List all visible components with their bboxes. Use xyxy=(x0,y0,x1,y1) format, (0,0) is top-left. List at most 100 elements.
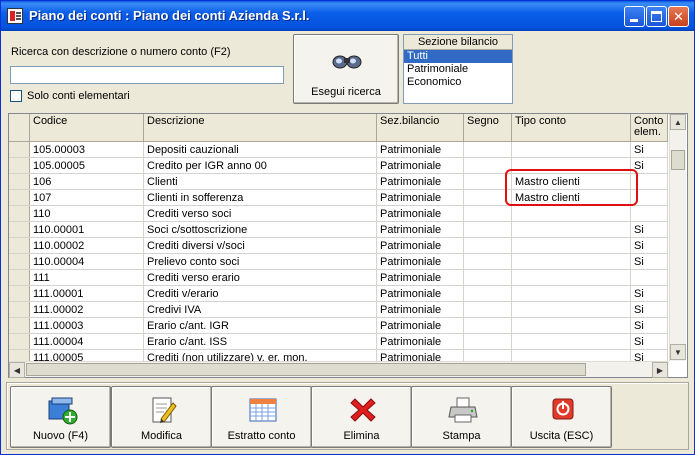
cell-codice[interactable]: 110 xyxy=(30,206,144,221)
search-button[interactable]: Esegui ricerca xyxy=(293,34,399,104)
row-indicator[interactable] xyxy=(9,206,30,221)
cell-segno[interactable] xyxy=(464,190,512,205)
cell-descrizione[interactable]: Prelievo conto soci xyxy=(144,254,377,269)
cell-conto-elem[interactable] xyxy=(631,206,668,221)
cell-tipo-conto[interactable] xyxy=(512,286,631,301)
cell-tipo-conto[interactable]: Mastro clienti xyxy=(512,174,631,189)
cell-tipo-conto[interactable] xyxy=(512,158,631,173)
cell-descrizione[interactable]: Erario c/ant. IGR xyxy=(144,318,377,333)
cell-codice[interactable]: 110.00002 xyxy=(30,238,144,253)
cell-tipo-conto[interactable] xyxy=(512,270,631,285)
cell-conto-elem[interactable]: Si xyxy=(631,302,668,317)
cell-descrizione[interactable]: Clienti in sofferenza xyxy=(144,190,377,205)
cell-conto-elem[interactable]: Si xyxy=(631,318,668,333)
cell-segno[interactable] xyxy=(464,302,512,317)
accounts-grid[interactable]: Codice Descrizione Sez.bilancio Segno Ti… xyxy=(8,113,688,378)
cell-conto-elem[interactable] xyxy=(631,270,668,285)
cell-conto-elem[interactable]: Si xyxy=(631,334,668,349)
table-row[interactable]: 105.00003 Depositi cauzionali Patrimoniale… xyxy=(9,142,668,158)
cell-sez-bilancio[interactable]: Patrimoniale xyxy=(377,302,464,317)
row-indicator[interactable] xyxy=(9,286,30,301)
cell-codice[interactable]: 110.00001 xyxy=(30,222,144,237)
scroll-right-button[interactable]: ▶ xyxy=(652,362,668,378)
cell-codice[interactable]: 105.00003 xyxy=(30,142,144,157)
maximize-button[interactable] xyxy=(646,6,667,27)
cell-codice[interactable]: 111.00002 xyxy=(30,302,144,317)
row-indicator[interactable] xyxy=(9,270,30,285)
uscita-button[interactable]: Uscita (ESC) xyxy=(511,386,612,448)
cell-conto-elem[interactable]: Si xyxy=(631,238,668,253)
cell-segno[interactable] xyxy=(464,158,512,173)
row-indicator[interactable] xyxy=(9,254,30,269)
sezione-option-tutti[interactable]: Tutti xyxy=(404,50,512,63)
col-header-conto-elem[interactable]: Conto elem. xyxy=(631,114,668,141)
cell-codice[interactable]: 111.00001 xyxy=(30,286,144,301)
only-elementary-checkbox[interactable]: Solo conti elementari xyxy=(10,90,130,102)
horizontal-scrollbar[interactable]: ◀ ▶ xyxy=(9,361,669,378)
cell-descrizione[interactable]: Crediti v/erario xyxy=(144,286,377,301)
cell-segno[interactable] xyxy=(464,142,512,157)
cell-tipo-conto[interactable] xyxy=(512,302,631,317)
cell-sez-bilancio[interactable]: Patrimoniale xyxy=(377,318,464,333)
row-indicator[interactable] xyxy=(9,318,30,333)
cell-codice[interactable]: 111.00003 xyxy=(30,318,144,333)
cell-conto-elem[interactable]: Si xyxy=(631,158,668,173)
cell-conto-elem[interactable]: Si xyxy=(631,286,668,301)
cell-sez-bilancio[interactable]: Patrimoniale xyxy=(377,206,464,221)
vertical-scrollbar[interactable]: ▲ ▼ xyxy=(669,114,686,361)
cell-segno[interactable] xyxy=(464,318,512,333)
col-header-codice[interactable]: Codice xyxy=(30,114,144,141)
cell-sez-bilancio[interactable]: Patrimoniale xyxy=(377,142,464,157)
cell-tipo-conto[interactable] xyxy=(512,334,631,349)
table-row[interactable]: 110 Crediti verso soci Patrimoniale xyxy=(9,206,668,222)
cell-conto-elem[interactable]: Si xyxy=(631,222,668,237)
cell-sez-bilancio[interactable]: Patrimoniale xyxy=(377,286,464,301)
cell-descrizione[interactable]: Erario c/ant. ISS xyxy=(144,334,377,349)
col-header-descrizione[interactable]: Descrizione xyxy=(144,114,377,141)
table-row[interactable]: 110.00001 Soci c/sottoscrizione Patrimonia… xyxy=(9,222,668,238)
scroll-down-button[interactable]: ▼ xyxy=(670,344,686,360)
vertical-scroll-thumb[interactable] xyxy=(671,150,685,170)
cell-sez-bilancio[interactable]: Patrimoniale xyxy=(377,334,464,349)
cell-sez-bilancio[interactable]: Patrimoniale xyxy=(377,270,464,285)
table-row[interactable]: 111 Crediti verso erario Patrimoniale xyxy=(9,270,668,286)
sezione-bilancio-list[interactable]: Sezione bilancio Tutti Patrimoniale Econ… xyxy=(403,34,513,104)
cell-tipo-conto[interactable] xyxy=(512,222,631,237)
cell-codice[interactable]: 110.00004 xyxy=(30,254,144,269)
cell-tipo-conto[interactable] xyxy=(512,318,631,333)
cell-segno[interactable] xyxy=(464,174,512,189)
cell-codice[interactable]: 107 xyxy=(30,190,144,205)
row-indicator[interactable] xyxy=(9,302,30,317)
cell-descrizione[interactable]: Clienti xyxy=(144,174,377,189)
cell-codice[interactable]: 105.00005 xyxy=(30,158,144,173)
nuovo-button[interactable]: Nuovo (F4) xyxy=(10,386,111,448)
sezione-option-economico[interactable]: Economico xyxy=(404,76,512,89)
horizontal-scroll-thumb[interactable] xyxy=(26,363,586,376)
cell-sez-bilancio[interactable]: Patrimoniale xyxy=(377,174,464,189)
cell-codice[interactable]: 106 xyxy=(30,174,144,189)
title-bar[interactable]: Piano dei conti : Piano dei conti Aziend… xyxy=(1,1,694,31)
table-row[interactable]: 111.00001 Crediti v/erario Patrimoniale Si xyxy=(9,286,668,302)
table-row[interactable]: 111.00002 Credivi IVA Patrimoniale Si xyxy=(9,302,668,318)
checkbox-box[interactable] xyxy=(10,90,22,102)
cell-conto-elem[interactable] xyxy=(631,174,668,189)
cell-segno[interactable] xyxy=(464,254,512,269)
cell-descrizione[interactable]: Crediti verso erario xyxy=(144,270,377,285)
table-row[interactable]: 105.00005 Credito per IGR anno 00 Patrimon… xyxy=(9,158,668,174)
table-row[interactable]: 111.00004 Erario c/ant. ISS Patrimoniale Si xyxy=(9,334,668,350)
row-indicator[interactable] xyxy=(9,142,30,157)
cell-descrizione[interactable]: Credivi IVA xyxy=(144,302,377,317)
scroll-left-button[interactable]: ◀ xyxy=(9,362,25,378)
row-indicator[interactable] xyxy=(9,158,30,173)
cell-segno[interactable] xyxy=(464,286,512,301)
cell-tipo-conto[interactable] xyxy=(512,238,631,253)
scroll-up-button[interactable]: ▲ xyxy=(670,114,686,130)
cell-descrizione[interactable]: Crediti diversi v/soci xyxy=(144,238,377,253)
table-row[interactable]: 111.00003 Erario c/ant. IGR Patrimoniale Si xyxy=(9,318,668,334)
table-row[interactable]: 110.00004 Prelievo conto soci Patrimoniale… xyxy=(9,254,668,270)
estratto-conto-button[interactable]: Estratto conto xyxy=(211,386,312,448)
stampa-button[interactable]: Stampa xyxy=(411,386,512,448)
cell-segno[interactable] xyxy=(464,222,512,237)
modifica-button[interactable]: Modifica xyxy=(111,386,212,448)
cell-descrizione[interactable]: Depositi cauzionali xyxy=(144,142,377,157)
